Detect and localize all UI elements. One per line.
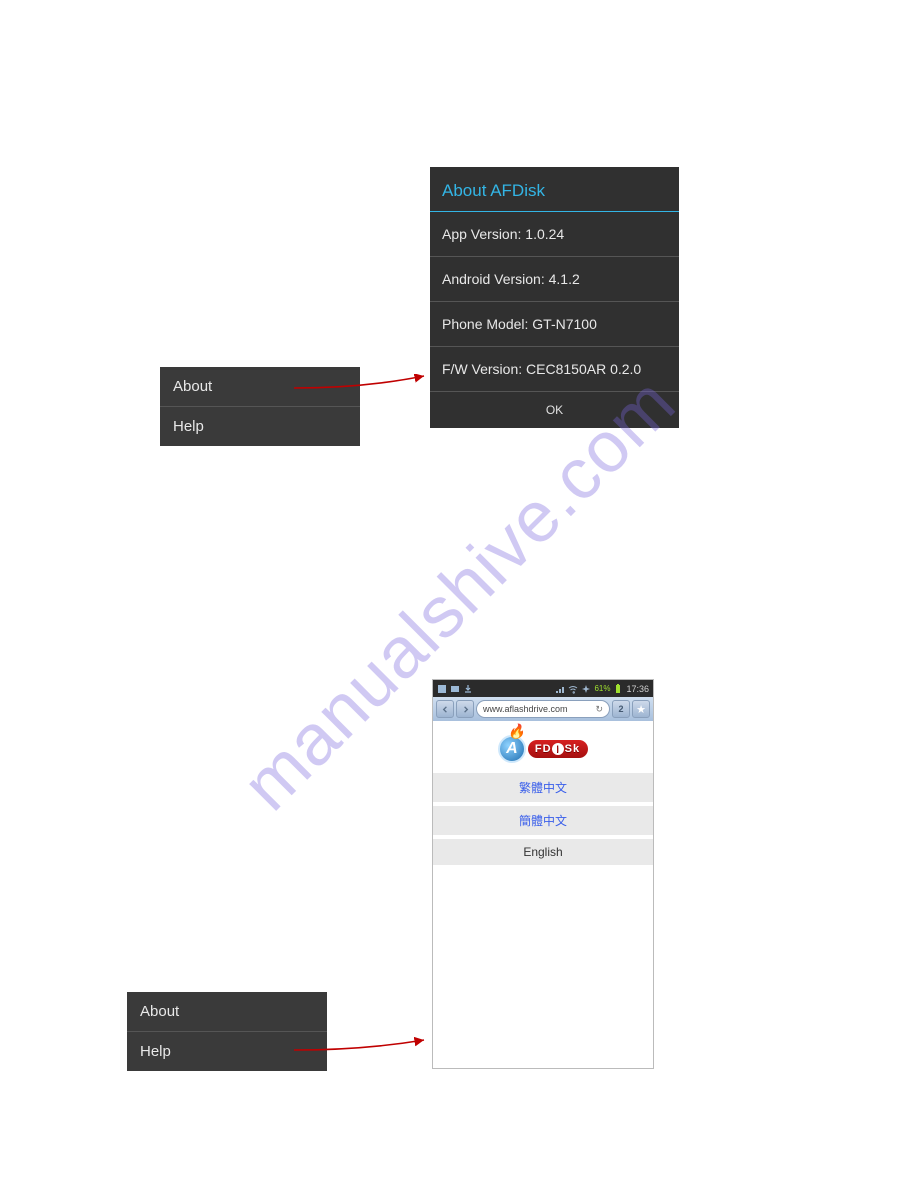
android-version-value: 4.1.2 [549,271,580,287]
flame-icon: 🔥 [508,723,525,740]
refresh-icon[interactable]: ↻ [595,704,603,715]
about-dialog: About AFDisk App Version: 1.0.24 Android… [430,167,679,428]
menu-item-help[interactable]: Help [127,1032,327,1071]
logo-char: k [573,743,579,755]
menu-item-about[interactable]: About [127,992,327,1032]
logo-pill: F D i S k [528,740,588,758]
bookmark-button[interactable]: ★ [632,700,650,718]
phone-model-value: GT-N7100 [532,316,597,332]
logo-circle: 🔥 A [498,735,526,763]
url-input[interactable]: www.aflashdrive.com ↻ [476,700,610,718]
language-list: 繁體中文 簡體中文 English [433,773,653,865]
android-version-label: Android Version: [442,271,545,287]
app-version-value: 1.0.24 [525,226,564,242]
tabs-button[interactable]: 2 [612,700,630,718]
browser-nav-bar: www.aflashdrive.com ↻ 2 ★ [433,697,653,721]
battery-icon [613,684,623,694]
phone-model-label: Phone Model: [442,316,528,332]
fw-version-label: F/W Version: [442,361,522,377]
forward-button[interactable] [456,700,474,718]
fw-version-value: CEC8150AR 0.2.0 [526,361,641,377]
about-row-fw-version: F/W Version: CEC8150AR 0.2.0 [430,347,679,392]
lang-traditional-chinese[interactable]: 繁體中文 [433,773,653,802]
logo-char: i [552,743,564,755]
about-row-phone-model: Phone Model: GT-N7100 [430,302,679,347]
about-row-app-version: App Version: 1.0.24 [430,212,679,257]
lang-simplified-chinese[interactable]: 簡體中文 [433,806,653,835]
options-menu-top: About Help [160,367,360,446]
signal-icon [555,684,565,694]
logo-char: D [543,743,551,755]
wifi-icon [568,684,578,694]
gallery-icon [450,684,460,694]
logo-letter: A [506,740,518,758]
menu-item-about[interactable]: About [160,367,360,407]
logo-char: S [565,743,572,755]
browser-content: 🔥 A F D i S k 繁體中文 簡體中文 English [433,721,653,1068]
airplane-icon [581,684,591,694]
site-logo: 🔥 A F D i S k [433,721,653,773]
about-row-android-version: Android Version: 4.1.2 [430,257,679,302]
battery-percent: 61% [594,684,610,693]
clock-text: 17:36 [626,684,649,694]
status-left-icons [437,684,473,694]
logo-char: F [535,743,542,755]
options-menu-bottom: About Help [127,992,327,1071]
browser-window: 61% 17:36 www.aflashdrive.com ↻ 2 ★ 🔥 A [432,679,654,1069]
back-button[interactable] [436,700,454,718]
ok-button[interactable]: OK [430,392,679,428]
about-dialog-title: About AFDisk [430,167,679,212]
app-icon [437,684,447,694]
status-right-icons: 61% 17:36 [555,684,649,694]
url-text: www.aflashdrive.com [483,704,568,714]
download-icon [463,684,473,694]
status-bar: 61% 17:36 [433,680,653,697]
menu-item-help[interactable]: Help [160,407,360,446]
app-version-label: App Version: [442,226,521,242]
lang-english[interactable]: English [433,839,653,865]
